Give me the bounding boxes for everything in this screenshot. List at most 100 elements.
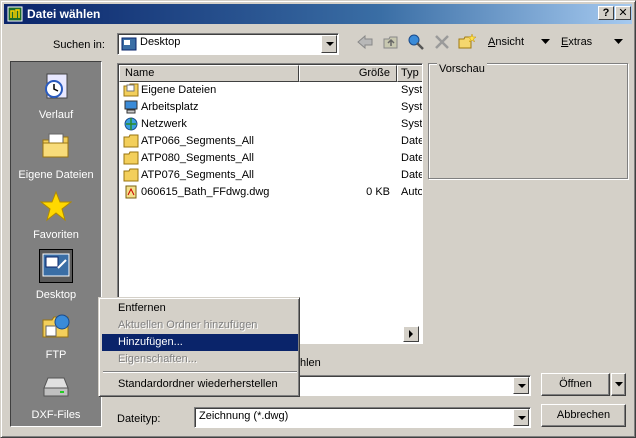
- preview-group: Vorschau: [428, 63, 628, 179]
- filetype-dropdown-arrow[interactable]: [513, 409, 529, 426]
- item-type: Auto: [401, 186, 423, 198]
- menu-item-add-current-folder: Aktuellen Ordner hinzufügen: [102, 317, 298, 334]
- cancel-button[interactable]: Abbrechen: [541, 404, 626, 427]
- place-dxf-files[interactable]: DXF-Files: [11, 366, 101, 426]
- folder-icon: [123, 151, 139, 165]
- my-documents-icon: [123, 83, 139, 97]
- item-type: Date: [401, 152, 423, 164]
- column-header-name[interactable]: Name: [119, 65, 299, 82]
- menu-item-remove[interactable]: Entfernen: [102, 300, 298, 317]
- filetype-label: Dateityp:: [117, 413, 161, 425]
- dwg-file-icon: [125, 185, 137, 199]
- item-name: Eigene Dateien: [141, 84, 217, 96]
- list-item[interactable]: ATP076_Segments_All Date: [120, 167, 423, 184]
- cancel-button-label: Abbrechen: [556, 409, 611, 421]
- item-type: Date: [401, 169, 423, 181]
- folder-icon: [123, 134, 139, 148]
- list-item[interactable]: Eigene Dateien Syst: [120, 82, 423, 99]
- folder-icon: [123, 168, 139, 182]
- app-icon: [7, 6, 23, 22]
- place-ftp[interactable]: FTP: [11, 306, 101, 366]
- item-name: 060615_Bath_FFdwg.dwg: [141, 186, 270, 198]
- filename-label: hlen: [300, 357, 321, 369]
- list-item[interactable]: ATP080_Segments_All Date: [120, 150, 423, 167]
- open-button[interactable]: Öffnen: [541, 373, 610, 396]
- menu-item-add[interactable]: Hinzufügen...: [102, 334, 298, 351]
- item-type: Syst: [401, 118, 423, 130]
- menu-separator: [103, 371, 297, 373]
- preview-label: Vorschau: [437, 63, 487, 75]
- list-item[interactable]: 060615_Bath_FFdwg.dwg 0 KB Auto: [120, 184, 423, 201]
- item-name: ATP066_Segments_All: [141, 135, 254, 147]
- place-my-documents[interactable]: Eigene Dateien: [11, 126, 101, 186]
- column-header-label: Name: [125, 67, 155, 79]
- look-in-dropdown-arrow[interactable]: [321, 35, 337, 53]
- my-documents-icon: [42, 133, 69, 158]
- place-desktop[interactable]: Desktop: [11, 246, 101, 306]
- filetype-value: Zeichnung (*.dwg): [199, 410, 289, 422]
- tools-menu-button[interactable]: Extras: [561, 36, 592, 48]
- close-button[interactable]: ✕: [615, 6, 631, 20]
- title-bar[interactable]: Datei wählen ? ✕: [4, 4, 632, 24]
- window-title: Datei wählen: [27, 7, 101, 21]
- places-bar: Verlauf Eigene Dateien Favoriten Desktop: [10, 61, 102, 427]
- menu-item-label: Aktuellen Ordner hinzufügen: [118, 319, 258, 331]
- history-icon: [45, 73, 68, 99]
- list-item[interactable]: Netzwerk Syst: [120, 116, 423, 133]
- filetype-combo[interactable]: Zeichnung (*.dwg): [194, 407, 531, 428]
- delete-icon[interactable]: [433, 33, 451, 51]
- item-type: Syst: [401, 101, 423, 113]
- place-label: Favoriten: [33, 229, 79, 241]
- computer-icon: [124, 100, 138, 114]
- menu-item-label: Entfernen: [118, 302, 166, 314]
- look-in-combo[interactable]: Desktop: [117, 33, 339, 55]
- drive-icon: [43, 377, 69, 397]
- filename-dropdown-arrow[interactable]: [513, 377, 529, 394]
- new-folder-icon[interactable]: [458, 33, 476, 51]
- look-in-value: Desktop: [140, 36, 181, 48]
- place-label: Desktop: [35, 289, 77, 301]
- list-item[interactable]: Arbeitsplatz Syst: [120, 99, 423, 116]
- item-name: Arbeitsplatz: [141, 101, 199, 113]
- network-icon: [124, 117, 138, 131]
- column-header-label: Typ: [401, 67, 419, 79]
- open-button-label: Öffnen: [559, 378, 592, 390]
- menu-item-restore-defaults[interactable]: Standardordner wiederherstellen: [102, 376, 298, 393]
- tools-dropdown-arrow[interactable]: [614, 39, 623, 45]
- column-header-label: Größe: [358, 67, 390, 79]
- list-item[interactable]: ATP066_Segments_All Date: [120, 133, 423, 150]
- menu-item-label: Eigenschaften...: [118, 353, 197, 365]
- chevron-down-icon: [615, 382, 623, 387]
- menu-item-label: Hinzufügen...: [118, 336, 183, 348]
- place-label: DXF-Files: [31, 409, 81, 421]
- column-header-type[interactable]: Typ: [397, 65, 422, 82]
- place-label: Verlauf: [38, 109, 74, 121]
- item-name: Netzwerk: [141, 118, 187, 130]
- ftp-icon: [42, 314, 70, 338]
- place-favorites[interactable]: Favoriten: [11, 186, 101, 246]
- look-in-label: Suchen in:: [53, 39, 105, 51]
- menu-item-label: Standardordner wiederherstellen: [118, 378, 278, 390]
- file-dialog-window: Datei wählen ? ✕ Suchen in: Desktop Ansi…: [0, 0, 636, 438]
- desktop-icon: [39, 249, 73, 283]
- item-name: ATP080_Segments_All: [141, 152, 254, 164]
- up-folder-icon[interactable]: [382, 33, 400, 51]
- help-button[interactable]: ?: [598, 6, 614, 20]
- scroll-right-button[interactable]: [403, 326, 419, 342]
- column-header-size[interactable]: Größe: [299, 65, 397, 82]
- desktop-small-icon: [121, 37, 137, 51]
- favorites-star-icon: [40, 190, 72, 222]
- item-type: Date: [401, 135, 423, 147]
- item-size: 0 KB: [366, 186, 390, 198]
- item-name: ATP076_Segments_All: [141, 169, 254, 181]
- item-type: Syst: [401, 84, 423, 96]
- view-menu-button[interactable]: Ansicht: [488, 36, 524, 48]
- open-options-button[interactable]: [611, 373, 626, 396]
- search-web-icon[interactable]: [407, 33, 425, 51]
- view-dropdown-arrow[interactable]: [541, 39, 550, 45]
- place-history[interactable]: Verlauf: [11, 66, 101, 126]
- context-menu: Entfernen Aktuellen Ordner hinzufügen Hi…: [98, 297, 300, 397]
- place-label: FTP: [45, 349, 67, 361]
- menu-item-properties: Eigenschaften...: [102, 351, 298, 368]
- back-arrow-icon[interactable]: [356, 33, 374, 51]
